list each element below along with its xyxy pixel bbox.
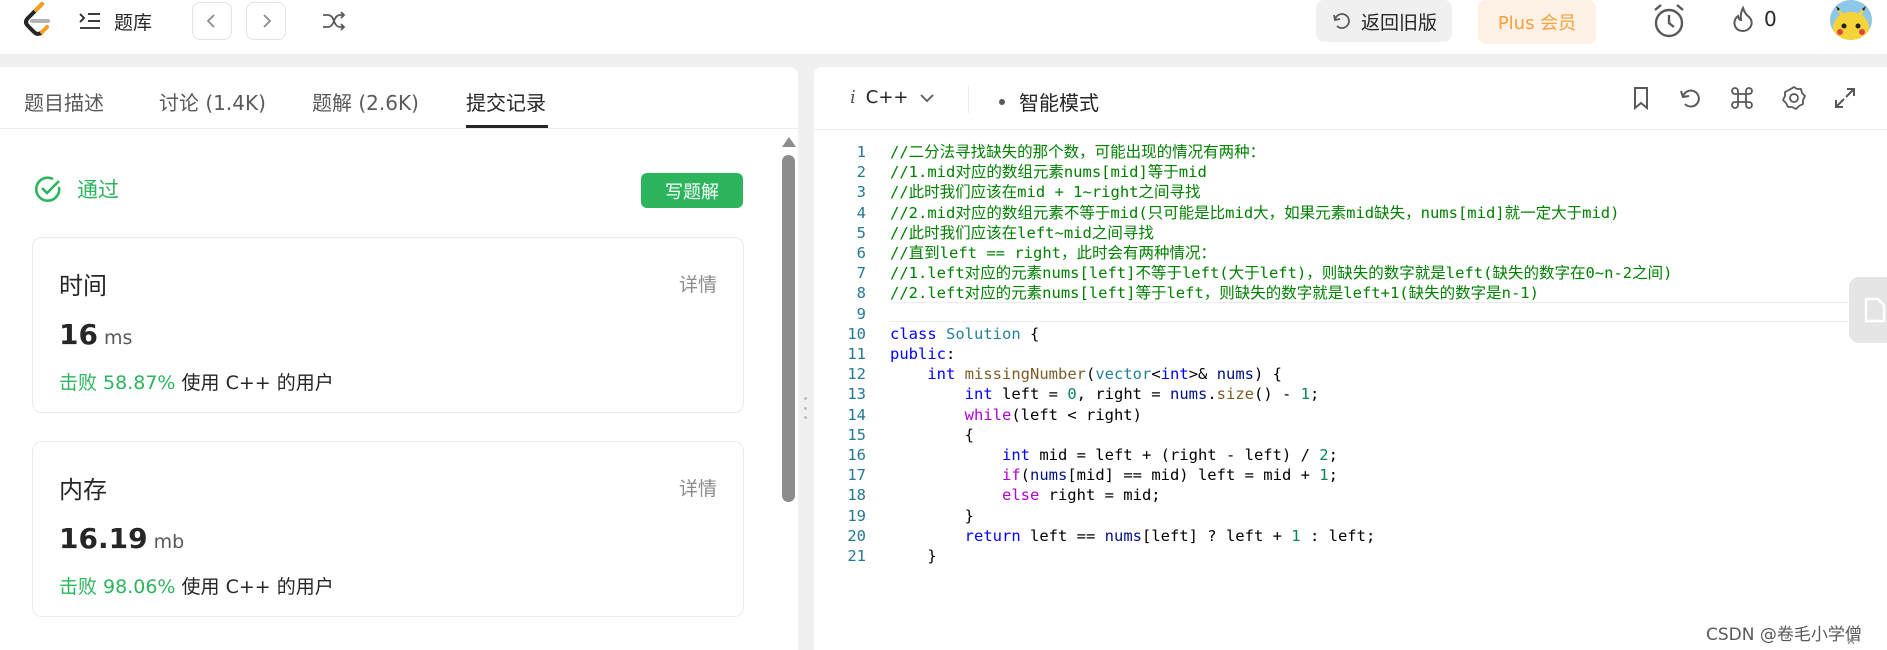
language-selector[interactable]: i C++	[850, 87, 935, 108]
line-number: 21	[847, 547, 866, 565]
memory-beat-suffix: 使用 C++ 的用户	[181, 576, 334, 598]
document-icon	[1864, 297, 1886, 323]
line-text: }	[890, 547, 937, 565]
tab-solutions[interactable]: 题解 (2.6K)	[312, 87, 419, 116]
chevron-down-icon	[919, 93, 934, 102]
runtime-unit: ms	[103, 327, 133, 349]
bullet-icon	[999, 98, 1005, 105]
streak-count: 0	[1764, 7, 1777, 31]
tab-discussion[interactable]: 讨论 (1.4K)	[159, 87, 266, 116]
shuffle-icon	[323, 11, 346, 31]
runtime-beat-suffix: 使用 C++ 的用户	[181, 372, 334, 394]
fire-icon	[1733, 6, 1753, 32]
undo-icon	[1333, 13, 1350, 29]
reset-code-icon[interactable]	[1677, 85, 1703, 111]
chevron-left-icon	[206, 14, 215, 28]
left-scrollbar-thumb[interactable]	[782, 155, 795, 502]
check-circle-icon	[34, 176, 61, 202]
memory-value-row: 16.19 mb	[59, 522, 184, 555]
toolbar-divider	[968, 85, 969, 113]
plus-membership-button[interactable]: Plus 会员	[1478, 0, 1596, 44]
alarm-clock-icon[interactable]	[1650, 2, 1688, 40]
memory-beat-row: 击败 98.06% 使用 C++ 的用户	[59, 572, 334, 599]
smart-mode-toggle[interactable]: 智能模式	[999, 87, 1099, 116]
watermark-text: CSDN @卷毛小学僧	[1706, 625, 1862, 645]
problem-bank-label: 题库	[114, 11, 153, 34]
random-problem-button[interactable]	[320, 8, 348, 34]
memory-value: 16.19	[59, 522, 148, 555]
top-navbar: 题库 返回旧版 Plus 会员 0	[0, 0, 1887, 54]
language-label: C++	[865, 87, 909, 108]
chevron-right-icon	[263, 14, 272, 28]
tab-description[interactable]: 题目描述	[24, 87, 104, 116]
code-line[interactable]: 21 }	[814, 544, 1887, 568]
panel-resize-handle[interactable]	[804, 397, 808, 419]
submission-panel: 题目描述 讨论 (1.4K) 题解 (2.6K) 提交记录 通过 写题解 时间 …	[0, 67, 798, 650]
back-to-old-version-button[interactable]: 返回旧版	[1316, 0, 1452, 42]
settings-gear-icon[interactable]	[1781, 85, 1807, 111]
list-indent-icon	[79, 13, 100, 29]
bookmark-icon[interactable]	[1628, 85, 1654, 111]
info-icon: i	[850, 87, 856, 108]
status-label: 通过	[77, 178, 119, 202]
user-avatar[interactable]	[1830, 0, 1872, 40]
fullscreen-expand-icon[interactable]	[1832, 85, 1858, 111]
editor-toolbar: i C++ 智能模式	[814, 67, 1887, 130]
smart-mode-label: 智能模式	[1019, 91, 1099, 115]
runtime-title: 时间	[59, 272, 107, 300]
pikachu-avatar-icon	[1830, 0, 1872, 40]
side-notes-tab[interactable]	[1849, 277, 1887, 343]
problem-bank-button[interactable]: 题库	[78, 6, 152, 36]
memory-card: 内存 详情 16.19 mb 击败 98.06% 使用 C++ 的用户	[32, 441, 744, 617]
active-tab-indicator	[466, 125, 548, 128]
plus-membership-label: Plus 会员	[1497, 13, 1577, 34]
runtime-value: 16	[59, 318, 98, 351]
submission-status: 通过	[33, 174, 119, 204]
close-icon[interactable]: ✕	[1846, 634, 1856, 648]
runtime-value-row: 16 ms	[59, 318, 132, 351]
next-problem-button[interactable]	[246, 2, 286, 40]
prev-problem-button[interactable]	[192, 2, 232, 40]
memory-unit: mb	[153, 531, 185, 553]
memory-beat-percent: 击败 98.06%	[59, 576, 176, 598]
daily-streak[interactable]: 0	[1732, 6, 1777, 32]
runtime-detail-link[interactable]: 详情	[679, 270, 717, 297]
code-editor-panel: i C++ 智能模式 1//二分法寻找缺失的那个数，可能出现的情况有两种： 2//	[814, 67, 1887, 650]
tab-submissions[interactable]: 提交记录	[466, 87, 546, 116]
scroll-up-arrow-icon[interactable]	[782, 137, 796, 147]
left-tab-bar: 题目描述 讨论 (1.4K) 题解 (2.6K) 提交记录	[0, 67, 798, 129]
memory-title: 内存	[59, 476, 107, 504]
runtime-card: 时间 详情 16 ms 击败 58.87% 使用 C++ 的用户	[32, 237, 744, 413]
runtime-beat-row: 击败 58.87% 使用 C++ 的用户	[59, 368, 334, 395]
leetcode-logo-icon[interactable]	[20, 0, 54, 40]
memory-detail-link[interactable]: 详情	[679, 474, 717, 501]
write-solution-button[interactable]: 写题解	[641, 173, 743, 208]
runtime-beat-percent: 击败 58.87%	[59, 372, 176, 394]
command-shortcut-icon[interactable]	[1729, 85, 1755, 111]
back-to-old-version-label: 返回旧版	[1360, 11, 1437, 34]
